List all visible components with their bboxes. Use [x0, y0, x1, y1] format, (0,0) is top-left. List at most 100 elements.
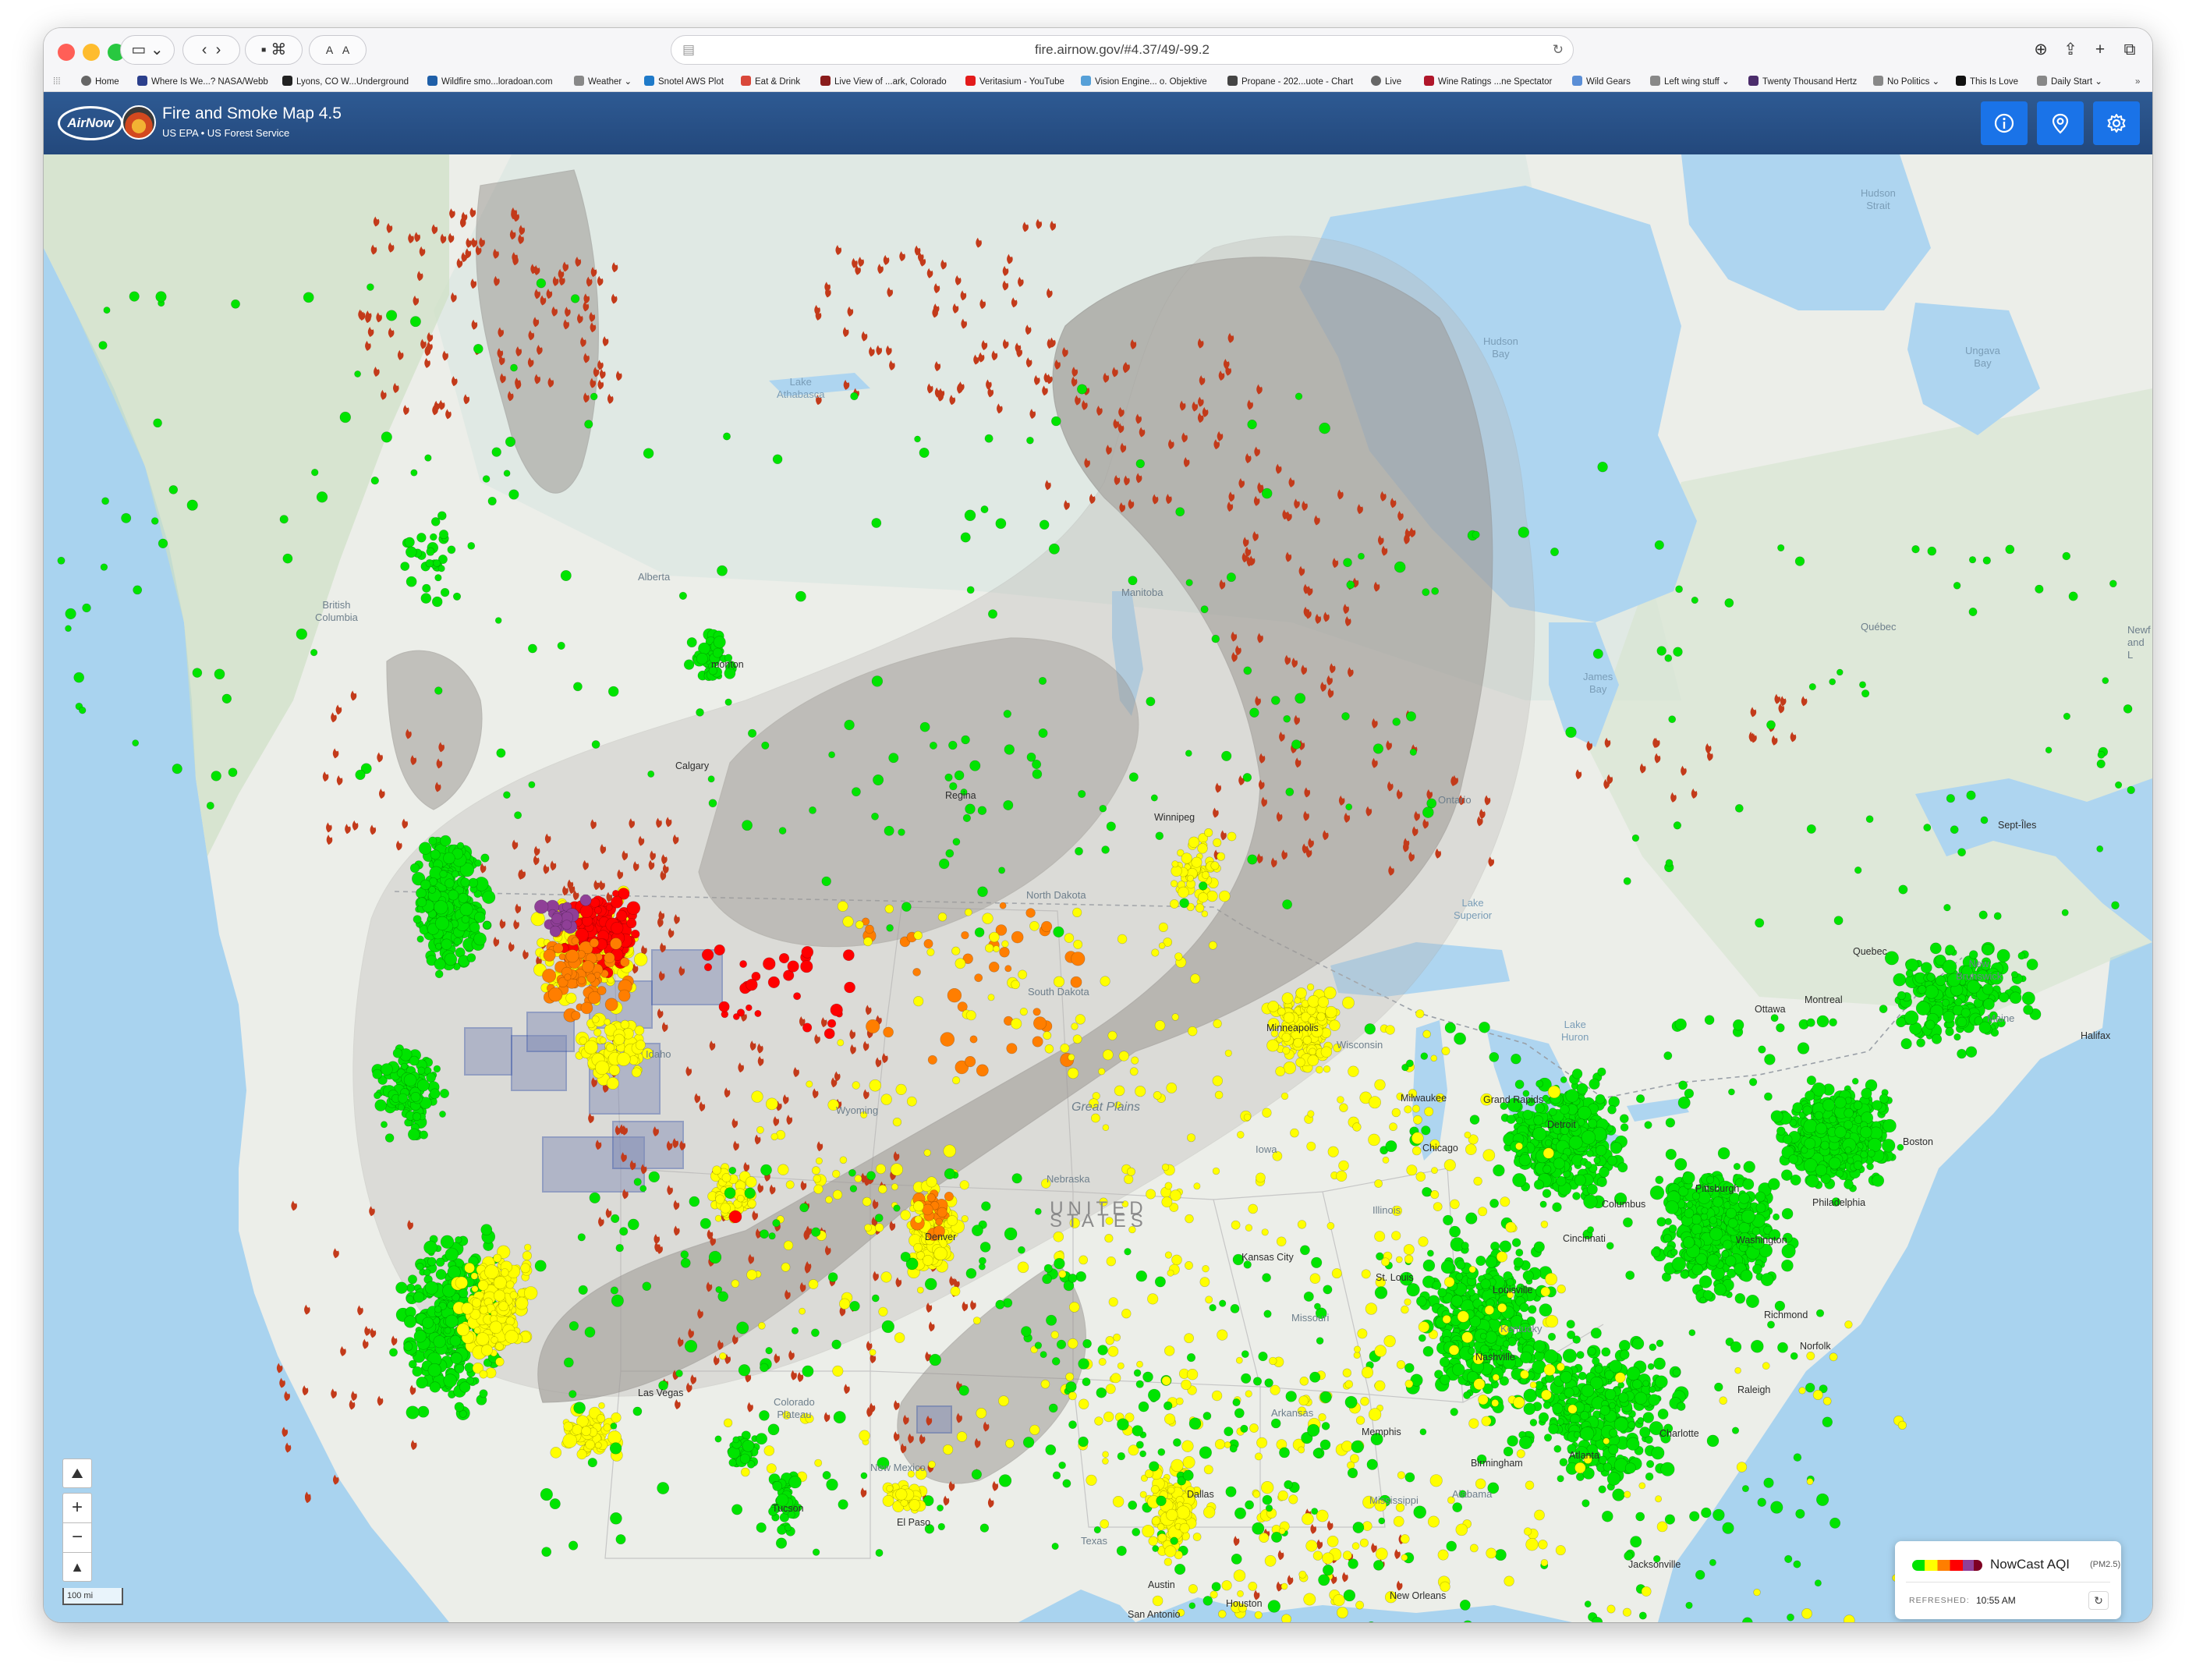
aqi-monitor-marker[interactable]	[1743, 1161, 1755, 1173]
aqi-monitor-marker[interactable]	[367, 283, 374, 291]
aqi-monitor-marker[interactable]	[1357, 1328, 1368, 1339]
aqi-monitor-marker[interactable]	[1170, 880, 1178, 888]
aqi-monitor-marker[interactable]	[1058, 1270, 1067, 1278]
aqi-monitor-marker[interactable]	[814, 1458, 823, 1467]
aqi-monitor-marker[interactable]	[1441, 1047, 1450, 1056]
aqi-monitor-marker[interactable]	[1019, 1007, 1028, 1016]
aqi-monitor-marker[interactable]	[895, 1083, 907, 1095]
aqi-monitor-marker[interactable]	[417, 1405, 430, 1418]
aqi-monitor-marker[interactable]	[603, 1423, 611, 1432]
fire-icon[interactable]	[933, 282, 940, 293]
aqi-monitor-marker[interactable]	[1243, 1113, 1252, 1122]
aqi-monitor-marker[interactable]	[611, 889, 620, 898]
aqi-monitor-marker[interactable]	[1276, 1236, 1287, 1247]
aqi-monitor-marker[interactable]	[821, 876, 831, 887]
aqi-monitor-marker[interactable]	[1213, 1019, 1222, 1029]
fire-icon[interactable]	[276, 1363, 283, 1373]
aqi-monitor-marker[interactable]	[1872, 1100, 1883, 1111]
aqi-monitor-marker[interactable]	[423, 1240, 437, 1255]
aqi-monitor-marker[interactable]	[1844, 1108, 1854, 1118]
aqi-monitor-marker[interactable]	[404, 537, 415, 548]
aqi-monitor-marker[interactable]	[1128, 576, 1138, 586]
aqi-monitor-marker[interactable]	[1271, 696, 1280, 705]
aqi-monitor-marker[interactable]	[571, 1010, 581, 1021]
aqi-monitor-marker[interactable]	[1306, 983, 1315, 991]
aqi-monitor-marker[interactable]	[825, 1196, 833, 1204]
aqi-monitor-marker[interactable]	[1528, 1305, 1537, 1314]
aqi-monitor-marker[interactable]	[1607, 1155, 1617, 1166]
fire-icon[interactable]	[284, 1391, 290, 1402]
aqi-monitor-marker[interactable]	[1117, 934, 1128, 945]
aqi-monitor-marker[interactable]	[593, 1028, 602, 1037]
aqi-monitor-marker[interactable]	[1191, 856, 1202, 868]
aqi-monitor-marker[interactable]	[445, 878, 455, 888]
aqi-monitor-marker[interactable]	[596, 1413, 606, 1423]
aqi-monitor-marker[interactable]	[1822, 1098, 1836, 1111]
aqi-monitor-marker[interactable]	[528, 643, 537, 654]
aqi-monitor-marker[interactable]	[1606, 1472, 1621, 1486]
aqi-monitor-marker[interactable]	[1079, 1255, 1089, 1265]
aqi-monitor-marker[interactable]	[1114, 1085, 1125, 1097]
aqi-monitor-marker[interactable]	[100, 563, 108, 571]
aqi-monitor-marker[interactable]	[231, 299, 240, 309]
aqi-monitor-marker[interactable]	[410, 1092, 421, 1102]
aqi-monitor-marker[interactable]	[1656, 646, 1666, 656]
aqi-monitor-marker[interactable]	[987, 994, 995, 1001]
aqi-monitor-marker[interactable]	[1426, 798, 1437, 809]
aqi-monitor-marker[interactable]	[874, 1223, 884, 1232]
aqi-monitor-marker[interactable]	[1559, 1458, 1568, 1467]
fire-icon[interactable]	[440, 233, 447, 244]
fire-icon[interactable]	[392, 382, 399, 393]
aqi-monitor-marker[interactable]	[1174, 952, 1183, 961]
aqi-monitor-marker[interactable]	[684, 1339, 698, 1353]
aqi-monitor-marker[interactable]	[1620, 1123, 1629, 1132]
fire-icon[interactable]	[1036, 218, 1043, 229]
back-button[interactable]: ‹	[202, 41, 207, 58]
aqi-monitor-marker[interactable]	[1136, 1360, 1143, 1368]
favorite-item[interactable]: Live	[1371, 74, 1401, 90]
aqi-monitor-marker[interactable]	[938, 858, 950, 870]
aqi-monitor-marker[interactable]	[922, 1255, 933, 1267]
aqi-monitor-marker[interactable]	[1105, 1335, 1114, 1345]
aqi-monitor-marker[interactable]	[1099, 804, 1107, 813]
aqi-monitor-marker[interactable]	[1164, 1413, 1176, 1425]
aqi-monitor-marker[interactable]	[1316, 1012, 1326, 1022]
aqi-monitor-marker[interactable]	[1522, 1270, 1534, 1281]
aqi-monitor-marker[interactable]	[708, 799, 717, 808]
aqi-monitor-marker[interactable]	[860, 1472, 868, 1480]
downloads-icon[interactable]: ⊕	[2026, 35, 2056, 65]
aqi-monitor-marker[interactable]	[951, 946, 961, 955]
aqi-monitor-marker[interactable]	[951, 1076, 961, 1085]
aqi-monitor-marker[interactable]	[864, 1224, 872, 1232]
aqi-monitor-marker[interactable]	[594, 906, 602, 914]
aqi-monitor-marker[interactable]	[1065, 1381, 1077, 1393]
aqi-monitor-marker[interactable]	[1107, 1345, 1119, 1357]
fire-icon[interactable]	[331, 712, 337, 723]
aqi-monitor-marker[interactable]	[491, 1336, 498, 1344]
aqi-monitor-marker[interactable]	[1553, 1444, 1562, 1453]
aqi-monitor-marker[interactable]	[831, 1169, 841, 1178]
aqi-monitor-marker[interactable]	[862, 1196, 872, 1207]
aqi-monitor-marker[interactable]	[1171, 860, 1179, 868]
aqi-monitor-marker[interactable]	[434, 1306, 442, 1313]
aqi-monitor-marker[interactable]	[959, 1180, 969, 1190]
aqi-monitor-marker[interactable]	[1456, 1260, 1466, 1270]
fire-icon[interactable]	[1007, 253, 1013, 264]
aqi-monitor-marker[interactable]	[466, 953, 476, 962]
aqi-monitor-marker[interactable]	[947, 987, 962, 1003]
aqi-monitor-marker[interactable]	[1224, 1049, 1232, 1057]
aqi-monitor-marker[interactable]	[785, 1180, 795, 1189]
fire-icon[interactable]	[791, 1370, 797, 1381]
aqi-monitor-marker[interactable]	[1175, 507, 1185, 517]
aqi-monitor-marker[interactable]	[809, 806, 816, 814]
aqi-monitor-marker[interactable]	[1663, 1234, 1672, 1242]
fire-icon[interactable]	[386, 222, 393, 233]
aqi-monitor-marker[interactable]	[747, 1199, 756, 1209]
aqi-monitor-marker[interactable]	[103, 307, 111, 314]
aqi-monitor-marker[interactable]	[971, 1469, 982, 1480]
aqi-monitor-marker[interactable]	[1281, 992, 1294, 1005]
aqi-monitor-marker[interactable]	[1280, 1092, 1289, 1101]
aqi-monitor-marker[interactable]	[1665, 1200, 1679, 1214]
aqi-monitor-marker[interactable]	[1576, 1083, 1589, 1095]
aqi-monitor-marker[interactable]	[1068, 1302, 1080, 1313]
